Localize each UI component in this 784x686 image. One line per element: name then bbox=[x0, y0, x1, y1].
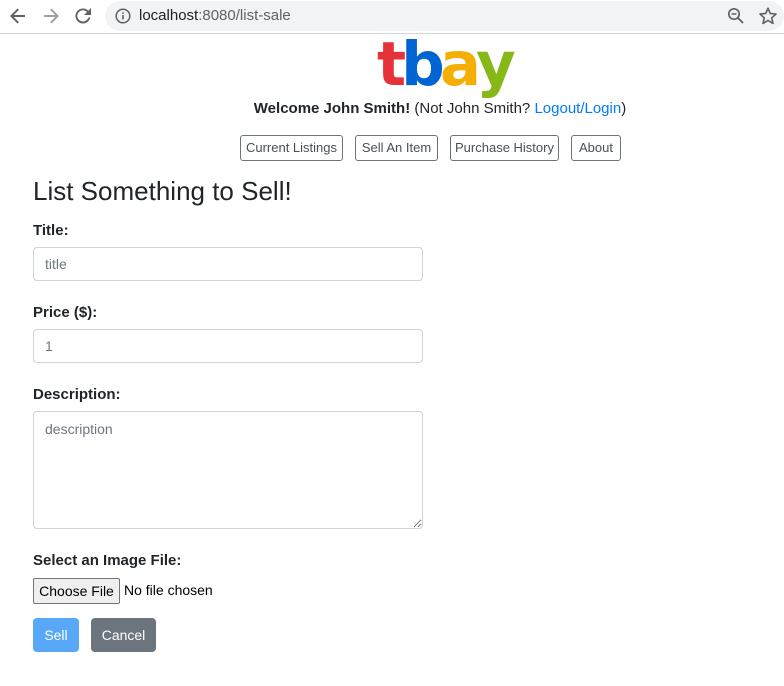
nav-about[interactable]: About bbox=[571, 135, 621, 161]
logo-letter: b bbox=[401, 29, 445, 100]
nav-current-listings[interactable]: Current Listings bbox=[240, 135, 343, 161]
url-host: localhost bbox=[139, 7, 199, 24]
url-path: :8080/list-sale bbox=[198, 7, 291, 24]
logout-login-link[interactable]: Logout/Login bbox=[534, 100, 621, 117]
sell-button[interactable]: Sell bbox=[33, 618, 79, 652]
image-file-label: Select an Image File: bbox=[33, 552, 182, 569]
url-text[interactable]: localhost:8080/list-sale bbox=[139, 7, 291, 24]
address-bar[interactable]: localhost:8080/list-sale bbox=[105, 1, 784, 31]
star-icon[interactable] bbox=[758, 6, 778, 26]
price-label: Price ($): bbox=[33, 304, 98, 321]
welcome-message: Welcome John Smith! bbox=[253, 100, 411, 117]
page-title: List Something to Sell! bbox=[33, 176, 292, 206]
file-status: No file chosen bbox=[124, 582, 213, 598]
nav-sell-an-item[interactable]: Sell An Item bbox=[355, 135, 438, 161]
description-label: Description: bbox=[33, 386, 121, 403]
cancel-button[interactable]: Cancel bbox=[91, 618, 156, 652]
back-arrow-icon bbox=[10, 8, 25, 24]
info-icon[interactable] bbox=[115, 8, 131, 24]
title-input[interactable] bbox=[33, 247, 423, 281]
logo-letter: y bbox=[476, 29, 516, 100]
reload-icon bbox=[75, 8, 91, 24]
choose-file-button[interactable]: Choose File bbox=[33, 578, 120, 604]
description-textarea[interactable] bbox=[33, 411, 423, 529]
back-button[interactable] bbox=[7, 5, 29, 27]
price-input[interactable] bbox=[33, 329, 423, 363]
logo-letter: a bbox=[439, 29, 481, 100]
nav-purchase-history[interactable]: Purchase History bbox=[450, 135, 559, 161]
zoom-icon[interactable] bbox=[727, 7, 745, 25]
logo-letter: t bbox=[377, 29, 406, 100]
reload-button[interactable] bbox=[72, 5, 94, 27]
not-user-text: (Not John Smith? bbox=[414, 100, 531, 117]
forward-arrow-icon bbox=[44, 8, 59, 24]
forward-button[interactable] bbox=[40, 5, 62, 27]
close-paren: ) bbox=[621, 100, 627, 117]
welcome-line: Welcome John Smith! (Not John Smith? Log… bbox=[0, 100, 784, 117]
title-label: Title: bbox=[33, 222, 69, 239]
tbay-logo[interactable]: tbay bbox=[377, 29, 516, 100]
